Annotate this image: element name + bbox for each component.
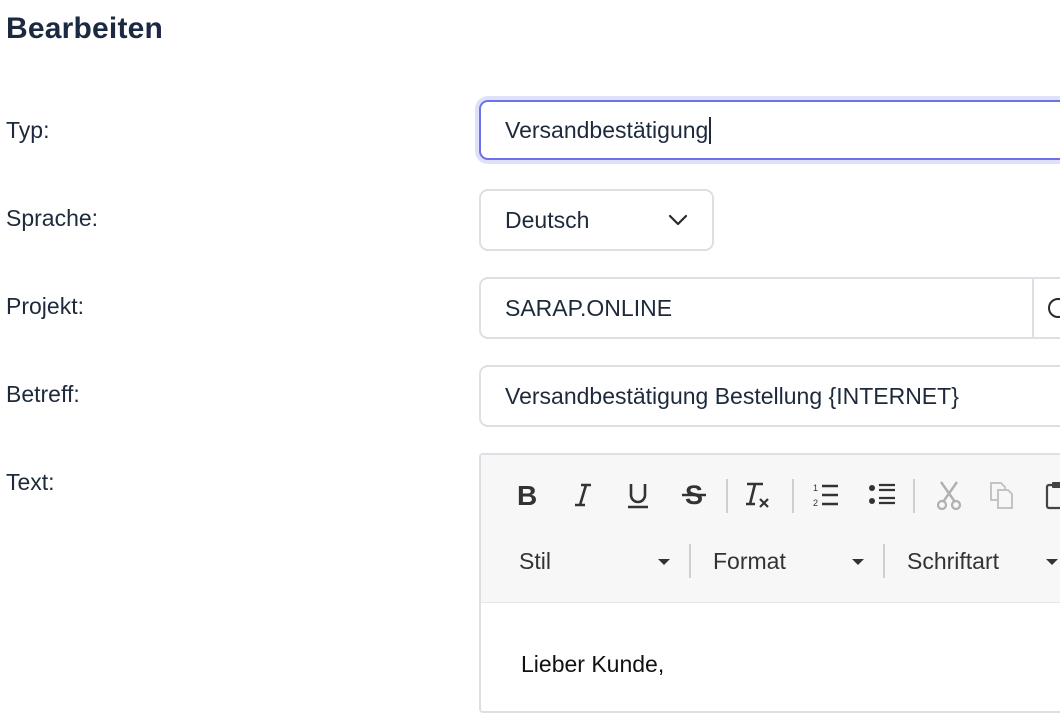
strikethrough-button[interactable]: S xyxy=(676,477,712,513)
toolbar-separator xyxy=(913,479,915,513)
numbered-list-button[interactable]: 1 2 xyxy=(808,477,844,513)
typ-input-value: Versandbestätigung xyxy=(505,116,709,143)
cut-icon xyxy=(936,481,962,510)
bulleted-list-icon xyxy=(869,483,895,505)
betreff-input[interactable]: Versandbestätigung Bestellung {INTERNET} xyxy=(479,365,1060,427)
bulleted-list-button[interactable] xyxy=(864,477,900,513)
copy-icon xyxy=(990,482,1013,509)
projekt-input[interactable]: SARAP.ONLINE xyxy=(479,277,1060,339)
caret-down-icon xyxy=(1046,559,1058,565)
svg-text:2: 2 xyxy=(813,498,818,508)
betreff-input-value: Versandbestätigung Bestellung {INTERNET} xyxy=(505,382,959,409)
stil-combo-label: Stil xyxy=(519,547,551,574)
sprache-select-value: Deutsch xyxy=(505,206,590,233)
schriftart-combo[interactable]: Schriftart xyxy=(907,531,1058,591)
projekt-label: Projekt: xyxy=(6,293,84,319)
caret-down-icon xyxy=(852,559,864,565)
sprache-label: Sprache: xyxy=(6,205,99,231)
cut-button[interactable] xyxy=(931,477,967,513)
toolbar-separator xyxy=(726,479,728,513)
numbered-list-icon: 1 2 xyxy=(813,483,838,508)
paste-icon xyxy=(1045,482,1060,510)
editor-toolbar: B S 1 2 Stil Format Schriftart xyxy=(481,455,1060,603)
underline-icon xyxy=(628,484,648,509)
paste-button[interactable] xyxy=(1039,477,1060,513)
toolbar-separator xyxy=(883,544,885,578)
format-combo[interactable]: Format xyxy=(713,531,864,591)
caret-down-icon xyxy=(658,559,670,565)
page-title: Bearbeiten xyxy=(6,12,164,45)
format-combo-label: Format xyxy=(713,547,786,574)
strikethrough-icon: S xyxy=(682,481,706,509)
chevron-down-icon xyxy=(668,214,688,226)
typ-input[interactable]: Versandbestätigung xyxy=(479,100,1060,160)
toolbar-separator xyxy=(689,544,691,578)
text-caret xyxy=(709,116,712,144)
typ-label: Typ: xyxy=(6,117,50,143)
italic-button[interactable] xyxy=(565,477,601,513)
copy-button[interactable] xyxy=(984,477,1020,513)
sprache-select[interactable]: Deutsch xyxy=(479,189,714,251)
editor-content[interactable]: Lieber Kunde, xyxy=(521,651,664,678)
bold-icon: B xyxy=(517,482,537,508)
betreff-label: Betreff: xyxy=(6,381,80,407)
underline-button[interactable] xyxy=(620,477,656,513)
stil-combo[interactable]: Stil xyxy=(519,531,670,591)
remove-format-icon xyxy=(746,482,769,508)
toolbar-separator xyxy=(792,479,794,513)
rich-text-editor[interactable]: B S 1 2 Stil Format Schriftart Lieber Ku… xyxy=(479,453,1060,713)
remove-format-button[interactable] xyxy=(739,477,775,513)
svg-text:1: 1 xyxy=(813,483,818,493)
projekt-input-value: SARAP.ONLINE xyxy=(505,294,673,321)
bold-button[interactable]: B xyxy=(509,477,545,513)
italic-icon xyxy=(575,483,591,507)
text-label: Text: xyxy=(6,469,55,495)
search-icon[interactable] xyxy=(1046,296,1060,320)
projekt-divider xyxy=(1032,279,1034,337)
schriftart-combo-label: Schriftart xyxy=(907,547,1000,574)
svg-text:B: B xyxy=(517,482,537,508)
